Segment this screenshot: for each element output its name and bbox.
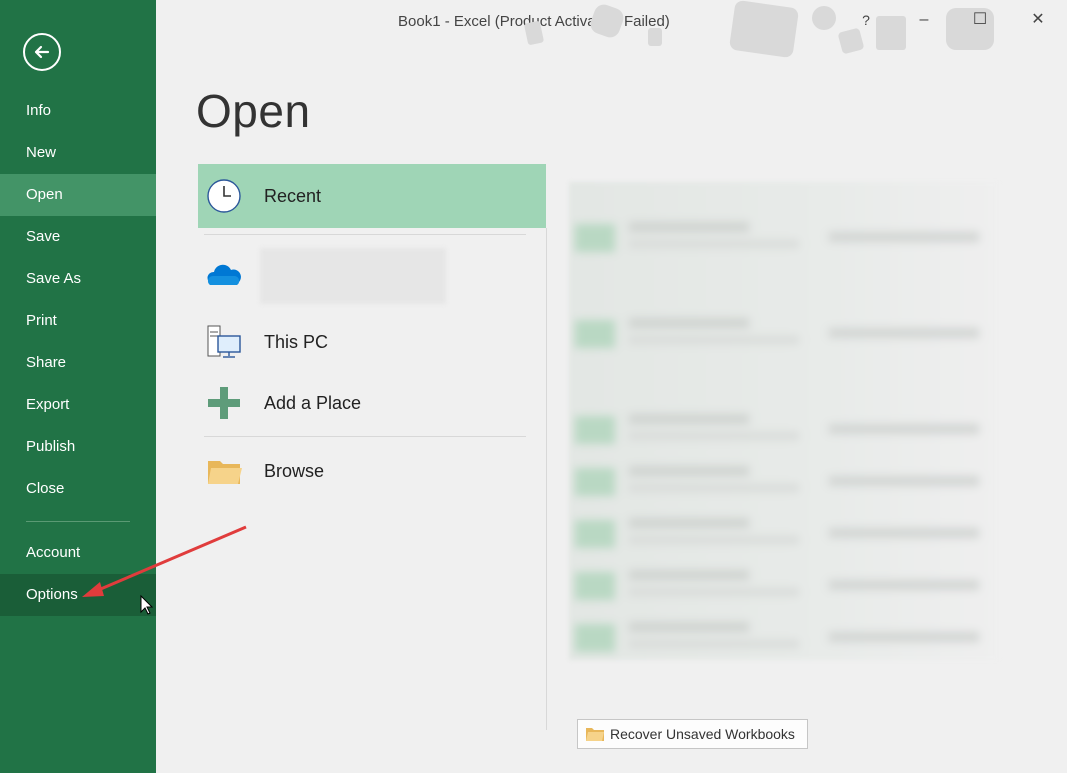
nav-publish[interactable]: Publish — [0, 426, 156, 468]
maximize-button[interactable]: ☐ — [968, 8, 992, 32]
backstage-sidebar: Info New Open Save Save As Print Share E… — [0, 0, 156, 773]
close-button[interactable]: ✕ — [1026, 8, 1050, 32]
nav-save[interactable]: Save — [0, 216, 156, 258]
location-label: This PC — [264, 332, 329, 352]
computer-icon — [207, 325, 241, 358]
background-doodles-decoration — [524, 0, 994, 58]
back-button[interactable] — [23, 33, 61, 71]
recover-button-label: Recover Unsaved Workbooks — [610, 726, 795, 742]
location-add-place[interactable]: Add a Place — [198, 371, 546, 435]
location-label: Browse — [264, 461, 325, 481]
list-item — [569, 210, 999, 266]
nav-close[interactable]: Close — [0, 468, 156, 510]
help-button[interactable]: ? — [854, 8, 878, 32]
page-title: Open — [196, 85, 311, 137]
nav-open[interactable]: Open — [0, 174, 156, 216]
back-arrow-icon — [34, 45, 50, 59]
nav-options[interactable]: Options — [0, 574, 156, 616]
folder-icon — [586, 728, 604, 741]
sidebar-divider — [26, 521, 130, 522]
location-recent[interactable]: Recent — [198, 164, 546, 228]
folder-icon — [208, 461, 242, 484]
location-browse[interactable]: Browse — [198, 439, 546, 503]
location-label: Add a Place — [264, 393, 362, 413]
location-label: Recent — [264, 186, 322, 206]
list-item — [569, 610, 999, 660]
nav-save-as[interactable]: Save As — [0, 258, 156, 300]
recover-unsaved-workbooks-button[interactable]: Recover Unsaved Workbooks — [577, 719, 808, 749]
list-item — [569, 402, 999, 458]
nav-info[interactable]: Info — [0, 90, 156, 132]
panel-divider — [546, 228, 547, 730]
location-this-pc[interactable]: This PC — [198, 310, 546, 374]
nav-account[interactable]: Account — [0, 532, 156, 574]
onedrive-cloud-icon — [207, 264, 241, 285]
location-separator — [204, 436, 526, 437]
list-item — [569, 506, 999, 562]
list-item — [569, 306, 999, 362]
account-name-redacted — [260, 248, 446, 304]
nav-share[interactable]: Share — [0, 342, 156, 384]
list-item — [569, 558, 999, 614]
nav-export[interactable]: Export — [0, 384, 156, 426]
nav-new[interactable]: New — [0, 132, 156, 174]
minimize-button[interactable]: – — [912, 8, 936, 32]
plus-icon — [208, 387, 240, 419]
list-item — [569, 454, 999, 510]
nav-print[interactable]: Print — [0, 300, 156, 342]
recent-files-redacted — [569, 182, 999, 660]
clock-icon — [207, 179, 241, 213]
location-separator — [204, 234, 526, 235]
